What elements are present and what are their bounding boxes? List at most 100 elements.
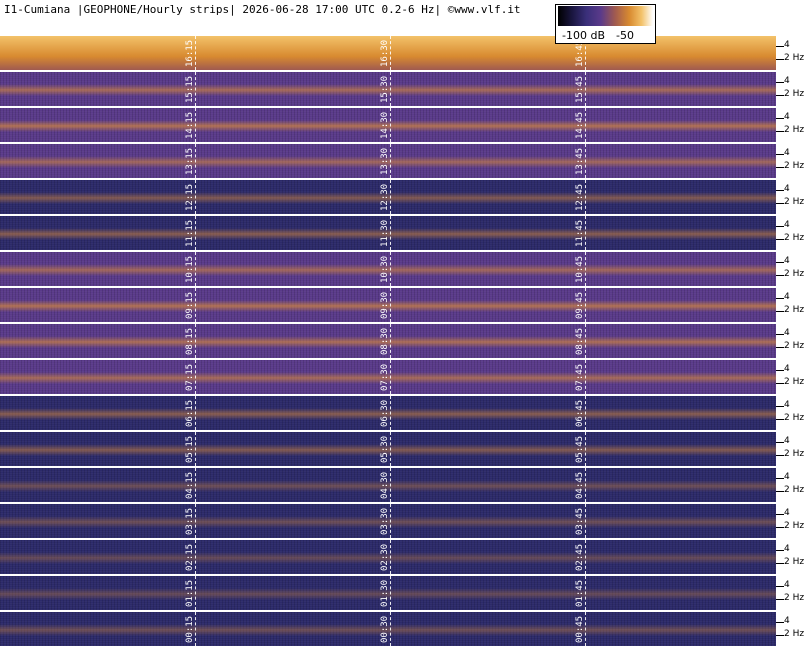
frequency-tick [776, 442, 784, 443]
quarter-hour-gridline [195, 396, 196, 430]
frequency-tick [776, 383, 784, 384]
scale-label-low: -100 dB [562, 29, 605, 42]
strip-hour-03: 03:15 03:30 03:45 [0, 504, 776, 538]
time-label: 16:15 [185, 39, 195, 67]
strip-hour-02: 02:15 02:30 02:45 [0, 540, 776, 574]
frequency-tick [776, 226, 784, 227]
frequency-tick-label: 4 [784, 364, 790, 374]
quarter-hour-gridline [390, 72, 391, 106]
quarter-hour-gridline [195, 432, 196, 466]
frequency-tick-label: 4 [784, 292, 790, 302]
frequency-tick-label: 2 Hz [784, 161, 805, 171]
strip-hour-14: 14:15 14:30 14:45 [0, 108, 776, 142]
quarter-hour-gridline [195, 540, 196, 574]
quarter-hour-gridline [585, 396, 586, 430]
time-label: 07:45 [575, 363, 585, 391]
frequency-tick [776, 455, 784, 456]
frequency-tick-label: 4 [784, 112, 790, 122]
frequency-tick-label: 4 [784, 256, 790, 266]
quarter-hour-gridline [390, 468, 391, 502]
frequency-tick-label: 4 [784, 148, 790, 158]
strip-hour-01: 01:15 01:30 01:45 [0, 576, 776, 610]
time-label: 12:45 [575, 183, 585, 211]
quarter-hour-gridline [390, 288, 391, 322]
frequency-tick-label: 2 Hz [784, 377, 805, 387]
quarter-hour-gridline [390, 612, 391, 646]
frequency-tick [776, 203, 784, 204]
frequency-tick-label: 4 [784, 184, 790, 194]
quarter-hour-gridline [585, 252, 586, 286]
frequency-tick-label: 4 [784, 220, 790, 230]
frequency-tick [776, 262, 784, 263]
frequency-tick [776, 514, 784, 515]
time-label: 15:45 [575, 75, 585, 103]
frequency-tick [776, 82, 784, 83]
frequency-tick [776, 334, 784, 335]
time-label: 10:45 [575, 255, 585, 283]
time-label: 10:15 [185, 255, 195, 283]
frequency-tick-label: 2 Hz [784, 233, 805, 243]
frequency-tick [776, 167, 784, 168]
quarter-hour-gridline [195, 468, 196, 502]
time-label: 01:30 [380, 579, 390, 607]
quarter-hour-gridline [585, 180, 586, 214]
time-label: 02:45 [575, 543, 585, 571]
frequency-tick [776, 298, 784, 299]
quarter-hour-gridline [390, 252, 391, 286]
frequency-tick-label: 4 [784, 580, 790, 590]
quarter-hour-gridline [195, 252, 196, 286]
frequency-tick [776, 478, 784, 479]
frequency-tick-label: 2 Hz [784, 485, 805, 495]
quarter-hour-gridline [195, 360, 196, 394]
quarter-hour-gridline [585, 216, 586, 250]
quarter-hour-gridline [390, 324, 391, 358]
quarter-hour-gridline [390, 576, 391, 610]
scale-label-high: -50 [616, 29, 634, 42]
strip-hour-06: 06:15 06:30 06:45 [0, 396, 776, 430]
color-scale-legend: -100 dB -50 [555, 4, 656, 44]
quarter-hour-gridline [390, 180, 391, 214]
quarter-hour-gridline [585, 360, 586, 394]
frequency-tick-label: 4 [784, 436, 790, 446]
frequency-tick [776, 635, 784, 636]
quarter-hour-gridline [390, 396, 391, 430]
time-label: 10:30 [380, 255, 390, 283]
quarter-hour-gridline [585, 72, 586, 106]
quarter-hour-gridline [390, 144, 391, 178]
frequency-tick-label: 2 Hz [784, 125, 805, 135]
frequency-tick [776, 190, 784, 191]
spectrogram-strips: 16:15 16:30 16:45 4 2 Hz 15:15 15:30 15:45 4 2 Hz… [0, 0, 812, 646]
frequency-tick-label: 4 [784, 544, 790, 554]
quarter-hour-gridline [585, 108, 586, 142]
frequency-tick-label: 2 Hz [784, 341, 805, 351]
quarter-hour-gridline [585, 576, 586, 610]
time-label: 04:15 [185, 471, 195, 499]
frequency-tick [776, 370, 784, 371]
strip-hour-09: 09:15 09:30 09:45 [0, 288, 776, 322]
quarter-hour-gridline [585, 144, 586, 178]
frequency-tick [776, 154, 784, 155]
quarter-hour-gridline [390, 360, 391, 394]
quarter-hour-gridline [390, 108, 391, 142]
time-label: 08:30 [380, 327, 390, 355]
time-label: 05:30 [380, 435, 390, 463]
quarter-hour-gridline [390, 432, 391, 466]
quarter-hour-gridline [195, 72, 196, 106]
strip-hour-11: 11:15 11:30 11:45 [0, 216, 776, 250]
color-scale-gradient [558, 6, 653, 26]
strip-hour-15: 15:15 15:30 15:45 [0, 72, 776, 106]
time-label: 00:30 [380, 615, 390, 643]
time-label: 07:15 [185, 363, 195, 391]
quarter-hour-gridline [585, 432, 586, 466]
strip-hour-16: 16:15 16:30 16:45 [0, 36, 776, 70]
frequency-tick [776, 46, 784, 47]
strip-hour-08: 08:15 08:30 08:45 [0, 324, 776, 358]
quarter-hour-gridline [390, 216, 391, 250]
quarter-hour-gridline [390, 504, 391, 538]
quarter-hour-gridline [585, 504, 586, 538]
time-label: 00:15 [185, 615, 195, 643]
frequency-tick [776, 563, 784, 564]
time-label: 01:45 [575, 579, 585, 607]
frequency-tick-label: 2 Hz [784, 53, 805, 63]
quarter-hour-gridline [195, 504, 196, 538]
